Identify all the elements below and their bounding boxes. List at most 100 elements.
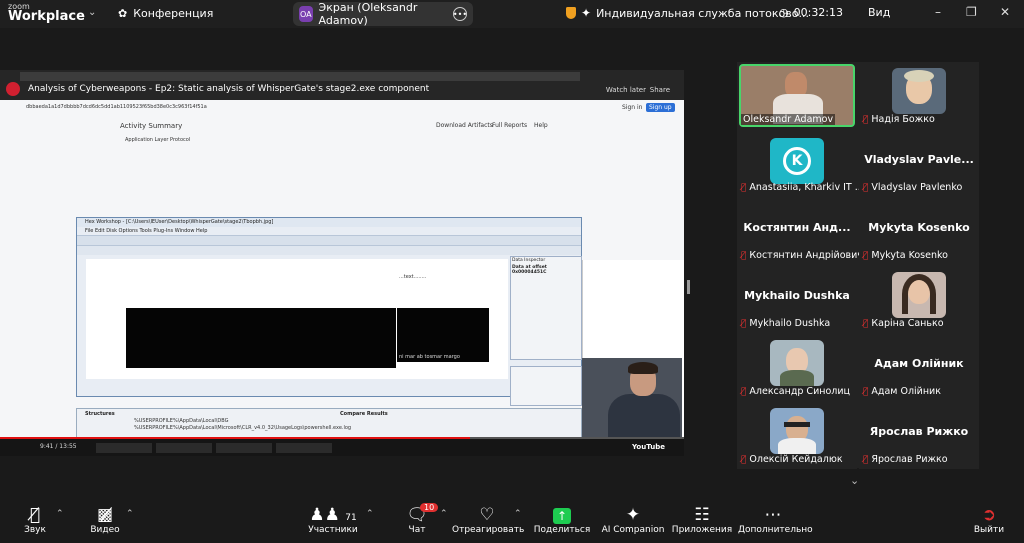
close-icon[interactable]: ✕ bbox=[1000, 5, 1010, 19]
participant-tile[interactable]: Адам Олійник 🎙̸ Адам Олійник bbox=[859, 334, 979, 401]
channel-avatar[interactable] bbox=[6, 82, 20, 96]
ascii-snippet: ...text........ bbox=[399, 274, 427, 280]
protocol-label: Application Layer Protocol bbox=[125, 137, 191, 143]
youtube-logo[interactable]: YouTube bbox=[632, 443, 665, 451]
security-indicator[interactable]: ✦ Индивидуальная служба потоково... bbox=[566, 6, 809, 20]
windows-taskbar bbox=[96, 443, 356, 455]
streaming-service-label: Индивидуальная служба потоково... bbox=[596, 6, 809, 20]
mic-muted-icon: 🎙̸ bbox=[863, 386, 869, 397]
restore-icon[interactable]: ❐ bbox=[966, 5, 977, 19]
participant-tile[interactable]: Oleksandr Adamov bbox=[737, 62, 857, 129]
watch-later-button[interactable]: Watch later bbox=[606, 86, 646, 94]
ai-sparkle-icon: ✦ bbox=[625, 505, 641, 525]
participants-button[interactable]: ♟♟ 71 Участники ⌃ bbox=[298, 505, 373, 535]
chevron-up-icon[interactable]: ⌃ bbox=[126, 509, 134, 519]
ai-sparkle-icon: ✦ bbox=[581, 6, 592, 20]
browser-tabs bbox=[20, 72, 580, 81]
chevron-up-icon[interactable]: ⌃ bbox=[366, 509, 374, 519]
mic-muted-icon: 🎙̸ bbox=[863, 114, 869, 125]
participant-tile[interactable]: Mykhailo Dushka 🎙̸ Mykhailo Dushka bbox=[737, 266, 857, 333]
hex-selection bbox=[126, 308, 396, 368]
hex-toolbar-2[interactable] bbox=[77, 245, 581, 255]
participant-tile[interactable]: K 🎙̸ Anastasiia, Kharkiv IT ... bbox=[737, 130, 864, 197]
video-time: 9:41 / 13:55 bbox=[40, 443, 77, 450]
participant-photo bbox=[770, 408, 824, 454]
participant-photo bbox=[892, 272, 946, 318]
more-button[interactable]: ⋯ Дополнительно bbox=[738, 505, 813, 535]
mic-muted-icon: 🎙̸ bbox=[741, 454, 747, 465]
gallery-resize-handle[interactable] bbox=[687, 280, 690, 294]
expression-calc-panel[interactable] bbox=[510, 366, 582, 406]
ai-companion-button[interactable]: ✦ AI Companion bbox=[598, 505, 668, 535]
leave-icon: ➲ bbox=[981, 505, 997, 525]
clock-icon: ◷ bbox=[779, 6, 789, 19]
participant-tile[interactable]: 🎙̸ Надія Божко bbox=[859, 62, 979, 129]
chevron-up-icon[interactable]: ⌃ bbox=[440, 509, 448, 519]
participant-tile[interactable]: 🎙̸ Александр Синолиц bbox=[737, 334, 857, 401]
chevron-up-icon[interactable]: ⌃ bbox=[514, 509, 522, 519]
participant-photo bbox=[892, 68, 946, 114]
screen-share-indicator[interactable]: OA Экран (Oleksandr Adamov) ••• bbox=[293, 1, 473, 27]
participant-tile[interactable]: Vladyslav Pavle... 🎙̸ Vladyslav Pavlenko bbox=[859, 130, 979, 197]
more-options-icon: ⋯ bbox=[764, 505, 782, 525]
participant-tile[interactable]: 🎙̸ Олексій Кейдалюк bbox=[737, 402, 857, 469]
participant-tile[interactable]: Ярослав Рижко 🎙̸ Ярослав Рижко bbox=[859, 402, 979, 469]
chat-button[interactable]: 🗨 10 Чат ⌃ bbox=[382, 503, 452, 535]
help-button[interactable]: Help bbox=[534, 122, 548, 129]
leave-button[interactable]: ➲ Выйти bbox=[954, 505, 1024, 535]
apps-button[interactable]: ☷ Приложения bbox=[667, 505, 737, 535]
gallery-next-page-icon[interactable]: ⌄ bbox=[850, 474, 859, 487]
structures-title: Structures bbox=[85, 411, 115, 417]
heart-icon: ♡ bbox=[479, 505, 495, 525]
chat-unread-badge: 10 bbox=[420, 503, 439, 512]
paw-icon: ✿ bbox=[118, 7, 128, 20]
sign-up-button[interactable]: Sign up bbox=[646, 103, 675, 112]
zoom-logo: zoom Workplace bbox=[8, 2, 85, 24]
zoom-top-bar: zoom Workplace ⌄ ✿ Конференция OA Экран … bbox=[0, 0, 1024, 28]
participant-tile[interactable]: Костянтин Анд... 🎙̸ Костянтин Андрійович bbox=[737, 198, 863, 265]
activity-summary-heading: Activity Summary bbox=[120, 122, 183, 130]
mic-muted-icon: 🎙̸ bbox=[863, 182, 869, 193]
video-button[interactable]: ▩̸ Видео ⌃ bbox=[70, 505, 140, 535]
view-button[interactable]: Вид bbox=[868, 6, 890, 19]
people-icon: ♟♟ bbox=[309, 505, 340, 525]
avatar: OA bbox=[299, 6, 313, 22]
participant-photo bbox=[770, 340, 824, 386]
participants-count: 71 bbox=[345, 513, 357, 523]
full-reports-button[interactable]: Full Reports bbox=[492, 122, 527, 129]
file-paths: %USERPROFILE%\AppData\Local\DBG %USERPRO… bbox=[134, 418, 352, 431]
hex-window-title: Hex Workshop - [C:\Users\IEUser\Desktop\… bbox=[77, 218, 581, 227]
participant-logo: K bbox=[770, 138, 824, 184]
share-screen-button[interactable]: ↑ Поделиться bbox=[527, 505, 597, 535]
mic-muted-icon: 🎙̸ bbox=[741, 250, 747, 261]
hex-toolbar[interactable] bbox=[77, 235, 581, 245]
hash-text: dbbaeda1a1d7dbbbb7dcd6dc5dd1ab1109523f65… bbox=[26, 104, 207, 110]
data-inspector-panel[interactable]: Data Inspector Data at offset 0x00004451… bbox=[510, 256, 582, 360]
participant-tile[interactable]: Mykyta Kosenko 🎙̸ Mykyta Kosenko bbox=[859, 198, 979, 265]
mic-muted-icon: 🎙̸ bbox=[863, 250, 869, 261]
participant-tile[interactable]: 🎙̸ Каріна Санько bbox=[859, 266, 979, 333]
more-options-icon[interactable]: ••• bbox=[453, 7, 467, 21]
ascii-snippet-2: ni mar ab tosmar margo bbox=[399, 354, 460, 360]
meeting-timer: ◷ 00:32:13 bbox=[779, 6, 844, 19]
share-video-button[interactable]: Share bbox=[650, 86, 670, 94]
share-screen-icon: ↑ bbox=[553, 508, 571, 524]
hex-menu-bar[interactable]: File Edit Disk Options Tools Plug-Ins Wi… bbox=[77, 227, 581, 235]
mic-muted-icon: 🎙̸ bbox=[741, 182, 747, 193]
sign-in-link[interactable]: Sign in bbox=[622, 104, 642, 111]
minimize-icon[interactable]: – bbox=[935, 5, 941, 19]
mic-muted-icon: 🎙̸ bbox=[741, 386, 747, 397]
compare-results-title: Compare Results bbox=[340, 411, 388, 417]
video-header: Analysis of Cyberweapons - Ep2: Static a… bbox=[0, 70, 684, 100]
shared-screen[interactable]: Analysis of Cyberweapons - Ep2: Static a… bbox=[0, 70, 684, 456]
meeting-info-button[interactable]: ✿ Конференция bbox=[118, 7, 213, 20]
chevron-down-icon[interactable]: ⌄ bbox=[88, 7, 96, 18]
video-title: Analysis of Cyberweapons - Ep2: Static a… bbox=[28, 84, 430, 94]
audio-button[interactable]: 🎙̸ Звук ⌃ bbox=[0, 505, 70, 535]
download-artifacts-button[interactable]: Download Artifacts bbox=[436, 122, 493, 129]
react-button[interactable]: ♡ Отреагировать ⌃ bbox=[452, 505, 524, 535]
chevron-up-icon[interactable]: ⌃ bbox=[56, 509, 64, 519]
mic-muted-icon: 🎙̸ bbox=[863, 454, 869, 465]
mic-muted-icon: 🎙̸ bbox=[741, 318, 747, 329]
apps-icon: ☷ bbox=[694, 505, 710, 525]
